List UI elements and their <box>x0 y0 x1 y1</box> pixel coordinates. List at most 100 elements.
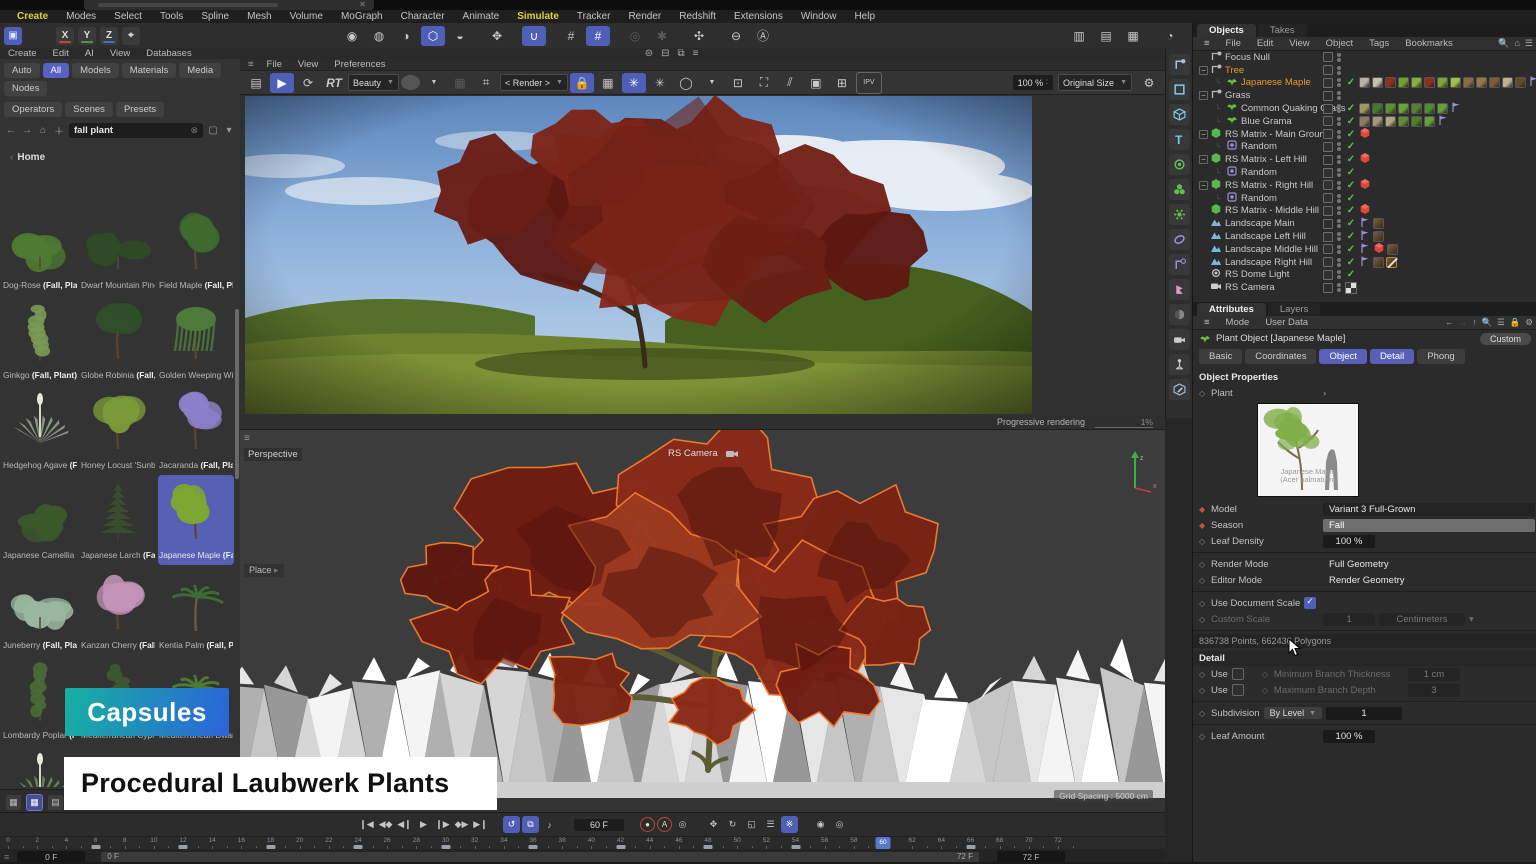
enable-toggle[interactable] <box>1323 257 1333 267</box>
attr-pill-object[interactable]: Object <box>1319 349 1366 364</box>
asset-tile[interactable]: Globe Robinia (Fall, Pl... <box>80 295 156 385</box>
material-tag[interactable] <box>1411 77 1422 88</box>
dot-editor[interactable] <box>1337 283 1341 287</box>
visibility-dots[interactable] <box>1337 283 1341 292</box>
rigidbody-icon[interactable]: ⬡ <box>421 26 445 46</box>
thumb-small-view-icon[interactable]: ▦ <box>6 795 21 810</box>
asset-tile[interactable]: Dog-Rose (Fall, Plant) <box>2 205 78 295</box>
volume-icon[interactable] <box>1169 304 1190 325</box>
next-frame-button[interactable]: ❙▶ <box>434 816 451 833</box>
dot-editor[interactable] <box>1337 117 1341 121</box>
enable-toggle[interactable] <box>1323 193 1333 203</box>
dot-render[interactable] <box>1337 58 1341 62</box>
material-tag[interactable] <box>1424 103 1435 114</box>
text-tool-icon[interactable]: T <box>1169 129 1190 150</box>
filter-tab-media[interactable]: Media <box>179 63 221 78</box>
expand-toggle-icon[interactable]: − <box>1199 66 1208 75</box>
dot-render[interactable] <box>1337 199 1341 203</box>
plant-preview-image[interactable]: Japanese Maple (Acer palmatum) <box>1257 403 1359 497</box>
redshift-tag-icon[interactable] <box>1359 178 1371 193</box>
attr-field[interactable]: 1 cm <box>1408 668 1460 681</box>
material-tag[interactable] <box>1450 77 1461 88</box>
model-mode-button[interactable]: ▣ <box>4 27 22 45</box>
om-menu-tags[interactable]: Tags <box>1362 38 1396 49</box>
dot-render[interactable] <box>1337 160 1341 164</box>
simulate-scene-icon[interactable]: ◉ <box>340 26 364 46</box>
autokey-a-button[interactable]: A <box>657 817 672 832</box>
material-tag[interactable] <box>1463 77 1474 88</box>
material-tag[interactable] <box>1359 103 1370 114</box>
material-tag[interactable] <box>1385 116 1396 127</box>
collider-icon[interactable]: ◒ <box>448 26 472 46</box>
asset-dropdown-icon[interactable]: ▾ <box>223 125 235 136</box>
expand-toggle-icon[interactable]: − <box>1199 91 1208 100</box>
camera-swap-icon[interactable] <box>726 449 739 458</box>
asset-tile[interactable]: Juneberry (Fall, Plant) <box>2 565 78 655</box>
enabled-check-icon[interactable]: ✓ <box>1345 116 1357 127</box>
cloth-icon[interactable]: ◍ <box>367 26 391 46</box>
filter-tab-materials[interactable]: Materials <box>122 63 177 78</box>
perspective-view-label[interactable]: Perspective <box>244 448 302 461</box>
asset-search-input[interactable]: fall plant ⊗ <box>69 123 203 138</box>
nav-forward-icon[interactable]: → <box>21 125 33 136</box>
menu-select[interactable]: Select <box>105 11 151 22</box>
enable-toggle[interactable] <box>1323 155 1333 165</box>
render-mode-dropdown[interactable]: Beauty▼ <box>348 74 399 91</box>
material-tag[interactable] <box>1372 77 1383 88</box>
attr-burger-icon[interactable]: ≡ <box>1197 317 1217 328</box>
custom-button[interactable]: Custom <box>1480 333 1531 345</box>
enable-toggle[interactable] <box>1323 78 1333 88</box>
softbody-icon[interactable]: ◑ <box>394 26 418 46</box>
prev-frame-button[interactable]: ◀❙ <box>396 816 413 833</box>
render-gear-icon[interactable]: ⚙ <box>1137 73 1161 93</box>
enabled-check-icon[interactable]: ✓ <box>1345 257 1357 268</box>
interactive-render-icon[interactable]: ◔ <box>1158 26 1182 46</box>
material-tag-disabled[interactable] <box>1386 257 1397 268</box>
field-icon[interactable] <box>1169 254 1190 275</box>
split-panel-icon[interactable]: ⊟ <box>661 48 669 59</box>
database-icon[interactable]: ⊜ <box>645 48 653 59</box>
auto-workplane-icon[interactable]: Ⓐ <box>751 26 775 46</box>
enable-toggle[interactable] <box>1323 116 1333 126</box>
key-selection-toggle[interactable]: ※ <box>781 816 798 833</box>
asset-tile[interactable]: Honey Locust 'Sunbur... <box>80 385 156 475</box>
range-end-field[interactable]: 72 F <box>997 851 1065 863</box>
om-menu-bookmarks[interactable]: Bookmarks <box>1398 38 1460 49</box>
film-icon[interactable]: ▤ <box>244 73 268 93</box>
perspective-burger-icon[interactable]: ≡ <box>244 433 250 444</box>
prev-key-button[interactable]: ◀◆ <box>377 816 394 833</box>
attr-lock-icon[interactable]: 🔒 <box>1510 317 1521 328</box>
menu-modes[interactable]: Modes <box>57 11 105 22</box>
material-tag[interactable] <box>1372 116 1383 127</box>
om-burger-icon[interactable]: ≡ <box>1197 38 1217 49</box>
om-menu-file[interactable]: File <box>1219 38 1248 49</box>
attr-pill-coordinates[interactable]: Coordinates <box>1245 349 1316 364</box>
thumb-large-view-icon[interactable]: ▦ <box>27 795 42 810</box>
asset-package-icon[interactable]: ▢ <box>207 125 219 136</box>
redshift-tag-icon[interactable] <box>1359 152 1371 167</box>
attr-pill-detail[interactable]: Detail <box>1370 349 1414 364</box>
size-dropdown[interactable]: Original Size▼ <box>1058 74 1132 91</box>
image-add-icon[interactable]: ⊞ <box>830 73 854 93</box>
menu-create[interactable]: Create <box>8 11 57 22</box>
dot-editor[interactable] <box>1337 142 1341 146</box>
enable-toggle[interactable] <box>1323 91 1333 101</box>
dot-editor[interactable] <box>1337 104 1341 108</box>
breadcrumb-back-icon[interactable]: ‹ <box>10 152 13 163</box>
focus-icon[interactable]: ⊡ <box>726 73 750 93</box>
dot-render[interactable] <box>1337 122 1341 126</box>
material-tag[interactable] <box>1398 77 1409 88</box>
enable-toggle[interactable] <box>1323 206 1333 216</box>
asset-tile[interactable]: Hedgehog Agave (Fall... <box>2 385 78 475</box>
dot-render[interactable] <box>1337 71 1341 75</box>
attr-up-icon[interactable]: ↑ <box>1472 317 1476 328</box>
asset-tile[interactable]: Dwarf Mountain Pine (... <box>80 205 156 295</box>
dot-editor[interactable] <box>1337 245 1341 249</box>
enabled-check-icon[interactable]: ✓ <box>1345 141 1357 152</box>
material-tag[interactable] <box>1437 103 1448 114</box>
attr-checkbox[interactable] <box>1232 668 1244 680</box>
menu-tracker[interactable]: Tracker <box>568 11 620 22</box>
rv-menu-file[interactable]: File <box>260 59 289 70</box>
enabled-check-icon[interactable]: ✓ <box>1345 129 1357 140</box>
render-settings-icon[interactable]: ▦ <box>1121 26 1145 46</box>
